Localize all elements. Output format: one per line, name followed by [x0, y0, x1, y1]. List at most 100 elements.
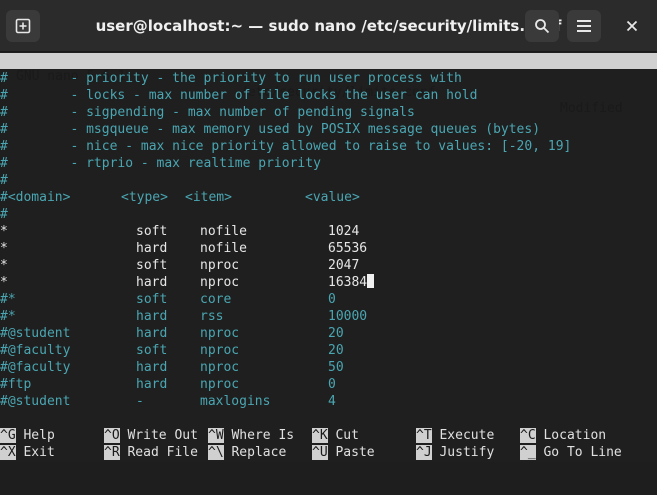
shortcut-label: Paste [335, 445, 375, 460]
search-icon [535, 19, 550, 34]
column-header-line: #<domain> <type> <item> <value> [0, 189, 657, 206]
shortcut-justify[interactable]: ^J Justify [416, 444, 494, 461]
entry-type: hard [136, 275, 168, 290]
entry-item: nproc [200, 360, 240, 375]
terminal-content[interactable]: GNU nano 5.6.1 /etc/security/limits.conf… [0, 52, 657, 462]
entry-type: hard [136, 360, 168, 375]
shortcut-key: ^_ [520, 445, 536, 460]
new-tab-icon [15, 18, 31, 34]
shortcut-execute[interactable]: ^T Execute [416, 427, 494, 444]
shortcut-key: ^G [0, 428, 16, 443]
entry-value: 2047 [328, 258, 360, 273]
shortcut-read-file[interactable]: ^R Read File [104, 444, 198, 461]
shortcut-exit[interactable]: ^X Exit [0, 444, 55, 461]
shortcut-key: ^C [520, 428, 536, 443]
shortcut-location[interactable]: ^C Location [520, 427, 606, 444]
shortcut-bar-row-2: ^X Exit ^R Read File ^\ Replace ^U Paste… [0, 444, 657, 461]
shortcut-label: Write Out [127, 428, 198, 443]
entry-domain: #* [0, 309, 16, 324]
shortcut-label: Go To Line [543, 445, 622, 460]
entry-item: maxlogins [200, 394, 271, 409]
entry-item: core [200, 292, 232, 307]
limits-entry: #ftp hard nproc 0 [0, 376, 657, 393]
text-cursor [367, 274, 375, 288]
shortcut-replace[interactable]: ^\ Replace [208, 444, 286, 461]
entry-value: 16384 [328, 274, 375, 291]
shortcut-go-to-line[interactable]: ^_ Go To Line [520, 444, 622, 461]
header-value: <value> [305, 190, 360, 205]
comment-line: # - priority - the priority to run user … [0, 71, 462, 86]
shortcut-label: Justify [439, 445, 495, 460]
entry-item: rss [200, 309, 224, 324]
shortcut-key: ^K [312, 428, 328, 443]
shortcut-label: Help [23, 428, 55, 443]
entry-value: 65536 [328, 241, 368, 256]
shortcut-key: ^\ [208, 445, 224, 460]
comment-line: # - sigpending - max number of pending s… [0, 105, 415, 120]
shortcut-paste[interactable]: ^U Paste [312, 444, 375, 461]
entry-item: nproc [200, 377, 240, 392]
entry-type: hard [136, 377, 168, 392]
entry-value: 4 [328, 394, 336, 409]
menu-button[interactable] [567, 10, 601, 42]
shortcut-label: Read File [127, 445, 198, 460]
entry-type: soft [136, 343, 168, 358]
entry-type: hard [136, 309, 168, 324]
entry-type: soft [136, 292, 168, 307]
close-button[interactable] [615, 10, 649, 42]
entry-domain: * [0, 224, 8, 239]
limits-entry: #@student - maxlogins 4 [0, 393, 657, 410]
entry-value: 0 [328, 377, 336, 392]
shortcut-key: ^J [416, 445, 432, 460]
entry-item: nofile [200, 241, 247, 256]
entry-item: nproc [200, 258, 240, 273]
entry-item: nproc [200, 326, 240, 341]
shortcut-label: Replace [231, 445, 287, 460]
entry-domain: #@student [0, 326, 71, 341]
limits-entry: #@student hard nproc 20 [0, 325, 657, 342]
nano-status: Modified [560, 101, 623, 116]
shortcut-write-out[interactable]: ^O Write Out [104, 427, 198, 444]
limits-entry: #@faculty soft nproc 20 [0, 342, 657, 359]
shortcut-key: ^U [312, 445, 328, 460]
entry-value: 50 [328, 360, 344, 375]
entry-domain: * [0, 241, 8, 256]
shortcut-key: ^W [208, 428, 224, 443]
limits-entry: #@faculty hard nproc 50 [0, 359, 657, 376]
shortcut-label: Execute [439, 428, 495, 443]
shortcut-where-is[interactable]: ^W Where Is [208, 427, 294, 444]
entry-value-text: 16384 [328, 275, 368, 290]
comment-line: # - msgqueue - max memory used by POSIX … [0, 122, 541, 137]
entry-domain: #@student [0, 394, 71, 409]
shortcut-cut[interactable]: ^K Cut [312, 427, 359, 444]
comment-line: # [0, 173, 8, 188]
entry-domain: #ftp [0, 377, 32, 392]
entry-type: hard [136, 326, 168, 341]
entry-item: nproc [200, 343, 240, 358]
limits-entry: #* soft core 0 [0, 291, 657, 308]
close-icon [626, 20, 638, 32]
shortcut-label: Exit [23, 445, 55, 460]
entry-value: 20 [328, 343, 344, 358]
entry-type: hard [136, 241, 168, 256]
limits-entry: * soft nofile 1024 [0, 223, 657, 240]
nano-header-bar: GNU nano 5.6.1 /etc/security/limits.conf… [0, 53, 657, 116]
header-type: <type> [121, 190, 168, 205]
entry-value: 0 [328, 292, 336, 307]
entry-domain: * [0, 258, 8, 273]
shortcut-key: ^R [104, 445, 120, 460]
entry-domain: * [0, 275, 8, 290]
entry-domain: #@faculty [0, 343, 71, 358]
title-bar: user@localhost:~ — sudo nano /etc/securi… [0, 0, 657, 52]
entry-value: 20 [328, 326, 344, 341]
search-button[interactable] [525, 10, 559, 42]
shortcut-key: ^T [416, 428, 432, 443]
hamburger-menu-icon [577, 20, 591, 32]
terminal-window: user@localhost:~ — sudo nano /etc/securi… [0, 0, 657, 462]
limits-entry: #* hard rss 10000 [0, 308, 657, 325]
new-tab-button[interactable] [6, 10, 40, 42]
comment-line: # - nice - max nice priority allowed to … [0, 139, 572, 154]
limits-entry: * soft nproc 2047 [0, 257, 657, 274]
shortcut-label: Location [543, 428, 607, 443]
shortcut-help[interactable]: ^G Help [0, 427, 55, 444]
